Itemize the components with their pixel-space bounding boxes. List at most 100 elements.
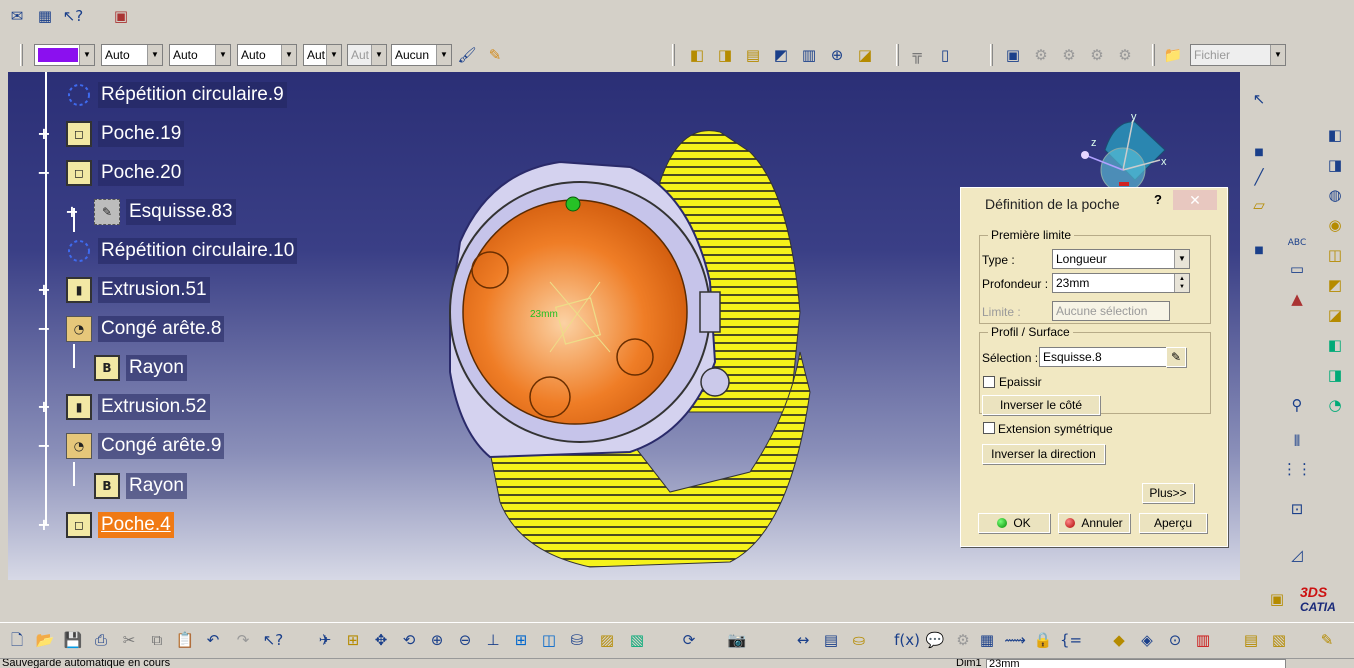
measure-between-icon[interactable]: ↔ (792, 629, 814, 651)
toolbar-grip[interactable] (1152, 44, 1155, 66)
multi-pad-icon[interactable]: ◪ (1324, 304, 1346, 326)
product-icon[interactable]: ▣ (110, 5, 132, 27)
part-design-icon[interactable]: ▣ (1002, 44, 1024, 66)
copy-icon[interactable]: ⧉ (146, 629, 168, 651)
collapse-icon[interactable]: − (37, 438, 51, 454)
measure-inertia-icon[interactable]: ⛀ (848, 629, 870, 651)
shading-icon[interactable]: ⛁ (566, 629, 588, 651)
render-icon[interactable]: ▥ (1192, 629, 1214, 651)
pad-icon[interactable]: ◧ (1324, 124, 1346, 146)
toolbar-grip[interactable] (20, 44, 23, 66)
scaling-icon[interactable]: ⊡ (1286, 498, 1308, 520)
point-style-select[interactable]: Auto ▼ (237, 44, 297, 66)
law-icon[interactable]: ⟿ (1004, 629, 1026, 651)
pattern-icon[interactable]: ⋮⋮ (1282, 458, 1312, 480)
apply-material-icon[interactable]: ◆ (1108, 629, 1130, 651)
render-style-select[interactable]: Aucun ▼ (391, 44, 452, 66)
fit-all-icon[interactable]: ⊞ (342, 629, 364, 651)
cancel-button[interactable]: Annuler (1058, 513, 1130, 533)
comment-icon[interactable]: 💬 (924, 629, 946, 651)
tools-icon[interactable]: ✎ (1316, 629, 1338, 651)
reverse-direction-button[interactable]: Inverser la direction (982, 444, 1105, 464)
design-table-icon[interactable]: ▦ (976, 629, 998, 651)
camera-icon[interactable]: 📷 (726, 629, 748, 651)
mirror-icon[interactable]: ⫴ (1286, 430, 1308, 452)
rib-icon[interactable]: ⊕ (826, 44, 848, 66)
knowledge-icon[interactable]: ⚙ (952, 629, 974, 651)
slot-icon[interactable]: ◩ (1324, 274, 1346, 296)
expand-icon[interactable]: + (37, 126, 51, 142)
color-select[interactable]: ▼ (34, 44, 95, 66)
knowledge-icon-1[interactable]: ⚙ (1030, 44, 1052, 66)
cut-icon[interactable]: ✂ (118, 629, 140, 651)
copy-properties-icon[interactable]: ✎ (484, 44, 506, 66)
pad-icon[interactable]: ◧ (686, 44, 708, 66)
lock-icon[interactable]: 🔒 (1032, 629, 1054, 651)
point-icon-2[interactable]: ■ (1248, 240, 1270, 262)
normal-view-icon[interactable]: ⊥ (482, 629, 504, 651)
preview-button[interactable]: Aperçu (1139, 513, 1207, 533)
toolbar-grip[interactable] (990, 44, 993, 66)
ok-button[interactable]: OK (978, 513, 1050, 533)
help-button[interactable]: ? (1154, 192, 1162, 207)
new-file-icon[interactable]: 🗋 (6, 629, 28, 651)
reverse-side-button[interactable]: Inverser le côté (982, 395, 1100, 415)
analysis-icon[interactable]: ◈ (1136, 629, 1158, 651)
workbench-icon[interactable]: ▣ (1266, 588, 1288, 610)
hole-icon[interactable]: ▥ (798, 44, 820, 66)
thicken-checkbox[interactable] (983, 376, 995, 388)
painter-icon[interactable]: 🖌 (456, 44, 478, 66)
tree-node-radius[interactable]: B Rayon (68, 353, 187, 383)
fillet-icon[interactable]: ◔ (1324, 394, 1346, 416)
point-icon[interactable]: ■ (1248, 142, 1270, 164)
constraint-icon[interactable]: ╦ (906, 44, 928, 66)
close-button[interactable]: ✕ (1173, 190, 1217, 210)
expand-icon[interactable]: + (37, 282, 51, 298)
envelope-icon[interactable]: ✉ (6, 5, 28, 27)
toolbar-grip[interactable] (896, 44, 899, 66)
loft-icon[interactable]: ◨ (1324, 364, 1346, 386)
stiffener-icon[interactable]: ◧ (1324, 334, 1346, 356)
knowledge-icon-2[interactable]: ⚙ (1058, 44, 1080, 66)
zoom-in-icon[interactable]: ⊕ (426, 629, 448, 651)
collapse-icon[interactable]: − (37, 165, 51, 181)
tree-node-edge-fillet-9[interactable]: − ◔ Congé arête.9 (37, 431, 225, 461)
knowledge-icon-4[interactable]: ⚙ (1114, 44, 1136, 66)
tree-structure-icon[interactable]: ▦ (34, 5, 56, 27)
select-arrow-icon[interactable]: ↖ (1248, 88, 1270, 110)
expand-icon[interactable]: + (37, 399, 51, 415)
hide-show-icon[interactable]: ▨ (596, 629, 618, 651)
line-type-select[interactable]: Auto ▼ (101, 44, 163, 66)
tree-node-circular-pattern-9[interactable]: Répétition circulaire.9 (40, 80, 287, 110)
update-icon[interactable]: ⟳ (678, 629, 700, 651)
measure-icon[interactable]: ▲ (1286, 288, 1308, 310)
type-dropdown[interactable]: Longueur ▼ (1052, 249, 1190, 269)
collapse-icon[interactable]: − (37, 321, 51, 337)
catalog-browser-icon[interactable]: ▤ (1240, 629, 1262, 651)
redo-icon[interactable]: ↷ (232, 629, 254, 651)
flag-note-icon[interactable]: ▭ (1286, 258, 1308, 280)
print-icon[interactable]: ⎙ (90, 629, 112, 651)
formula-icon[interactable]: f(x) (894, 629, 920, 651)
file-select[interactable]: Fichier ▼ (1190, 44, 1286, 66)
whats-this-icon[interactable]: ↖? (262, 629, 284, 651)
thickness-select[interactable]: Auto ▼ (169, 44, 231, 66)
tree-node-pocket-19[interactable]: + ◻ Poche.19 (37, 119, 185, 149)
shaft-icon[interactable]: ▤ (742, 44, 764, 66)
status-input-field[interactable]: 23mm (986, 659, 1286, 668)
pan-icon[interactable]: ✥ (370, 629, 392, 651)
more-button[interactable]: Plus>> (1142, 483, 1194, 503)
visualization-icon[interactable]: ⊙ (1164, 629, 1186, 651)
sketch-edit-icon[interactable]: ✎ (1166, 347, 1186, 367)
tree-node-extrusion-51[interactable]: + ▮ Extrusion.51 (37, 275, 210, 305)
mirrored-extent-checkbox[interactable] (983, 422, 995, 434)
tree-node-pocket-4[interactable]: + ◻ Poche.4 (37, 510, 174, 540)
selection-field[interactable]: Esquisse.8 (1039, 347, 1167, 367)
tree-node-edge-fillet-8[interactable]: − ◔ Congé arête.8 (37, 314, 225, 344)
hole-icon[interactable]: ◉ (1324, 214, 1346, 236)
slot-icon[interactable]: ◪ (854, 44, 876, 66)
folder-icon[interactable]: 📁 (1162, 44, 1184, 66)
pocket-icon[interactable]: ◨ (1324, 154, 1346, 176)
zoom-out-icon[interactable]: ⊖ (454, 629, 476, 651)
open-folder-icon[interactable]: 📂 (34, 629, 56, 651)
